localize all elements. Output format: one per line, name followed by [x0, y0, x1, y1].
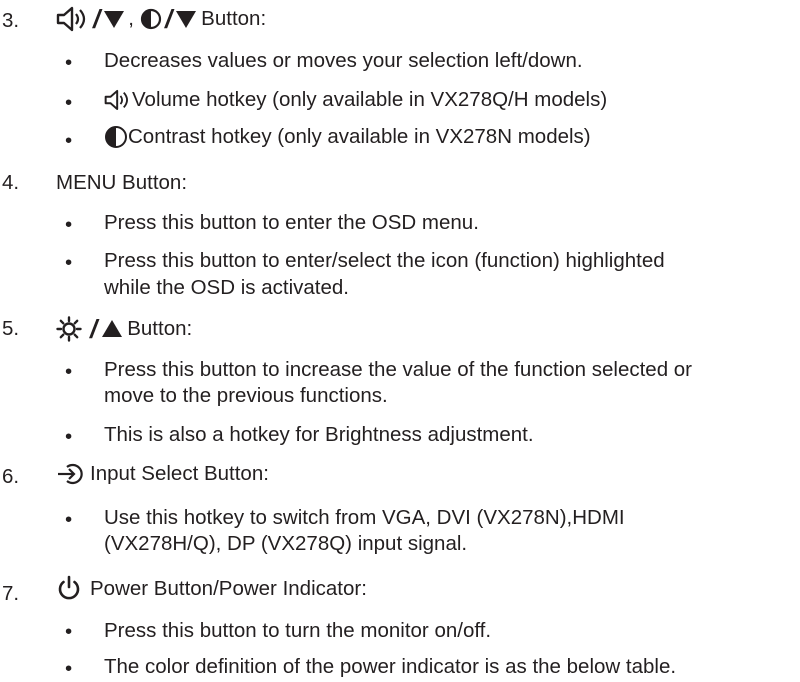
bullet-text: Press this button to enter/select the ic… [104, 249, 665, 273]
item-number: 4. [2, 171, 20, 195]
power-icon [56, 575, 82, 603]
input-icon [56, 461, 86, 487]
bullet-text-row: Volume hotkey (only available in VX278Q/… [104, 86, 607, 115]
bullet-text: Use this hotkey to switch from VGA, DVI … [104, 506, 625, 530]
down-triangle-icon [103, 8, 125, 30]
bullet-marker: • [65, 507, 73, 531]
bullet-text: The color definition of the power indica… [104, 655, 677, 678]
item-label: Power Button/Power Indicator: [90, 576, 367, 600]
item-heading: Power Button/Power Indicator: [56, 575, 367, 603]
bullet-marker: • [65, 425, 73, 449]
slash-separator: / [93, 3, 101, 34]
item-heading: / Button: [56, 314, 192, 345]
bullet-text: while the OSD is activated. [104, 275, 349, 299]
item-heading: / , / Button: [56, 4, 266, 35]
contrast-icon [140, 8, 162, 30]
item-heading: Input Select Button: [56, 461, 269, 487]
bullet-text: (VX278H/Q), DP (VX278Q) input signal. [104, 532, 468, 556]
speaker-icon [56, 4, 90, 34]
slash-separator: / [164, 3, 173, 34]
item-label: Button: [127, 317, 193, 340]
bullet-text: This is also a hotkey for Brightness adj… [104, 423, 534, 447]
bullet-text: Press this button to turn the monitor on… [104, 618, 492, 642]
bullet-marker: • [65, 129, 73, 153]
bullet-text: Contrast hotkey (only available in VX278… [128, 124, 591, 148]
speaker-icon [104, 87, 132, 113]
comma-separator: , [128, 7, 134, 31]
contrast-icon [104, 125, 128, 149]
bullet-marker: • [65, 91, 73, 115]
item-label: MENU Button: [56, 171, 188, 195]
bullet-marker: • [65, 620, 73, 644]
bullet-text: move to the previous functions. [104, 384, 388, 408]
bullet-text: Volume hotkey (only available in VX278Q/… [132, 87, 608, 111]
item-number: 3. [2, 9, 20, 33]
bullet-text: Decreases values or moves your selection… [104, 49, 583, 73]
down-triangle-icon [175, 8, 197, 30]
item-number: 5. [2, 317, 20, 341]
bullet-marker: • [65, 656, 73, 680]
item-number: 6. [2, 465, 20, 489]
slash-separator: / [90, 313, 98, 344]
bullet-marker: • [65, 360, 73, 383]
up-triangle-icon [101, 318, 123, 340]
item-number: 7. [2, 582, 20, 606]
bullet-text-row: Contrast hotkey (only available in VX278… [104, 123, 591, 152]
bullet-text: Press this button to enter the OSD menu. [104, 211, 479, 235]
item-label: Button: [201, 7, 267, 31]
item-label: Input Select Button: [90, 462, 269, 486]
bullet-marker: • [65, 213, 73, 236]
brightness-icon [56, 316, 82, 342]
bullet-marker: • [65, 51, 73, 75]
bullet-text: Press this button to increase the value … [104, 358, 693, 382]
bullet-marker: • [65, 251, 73, 275]
